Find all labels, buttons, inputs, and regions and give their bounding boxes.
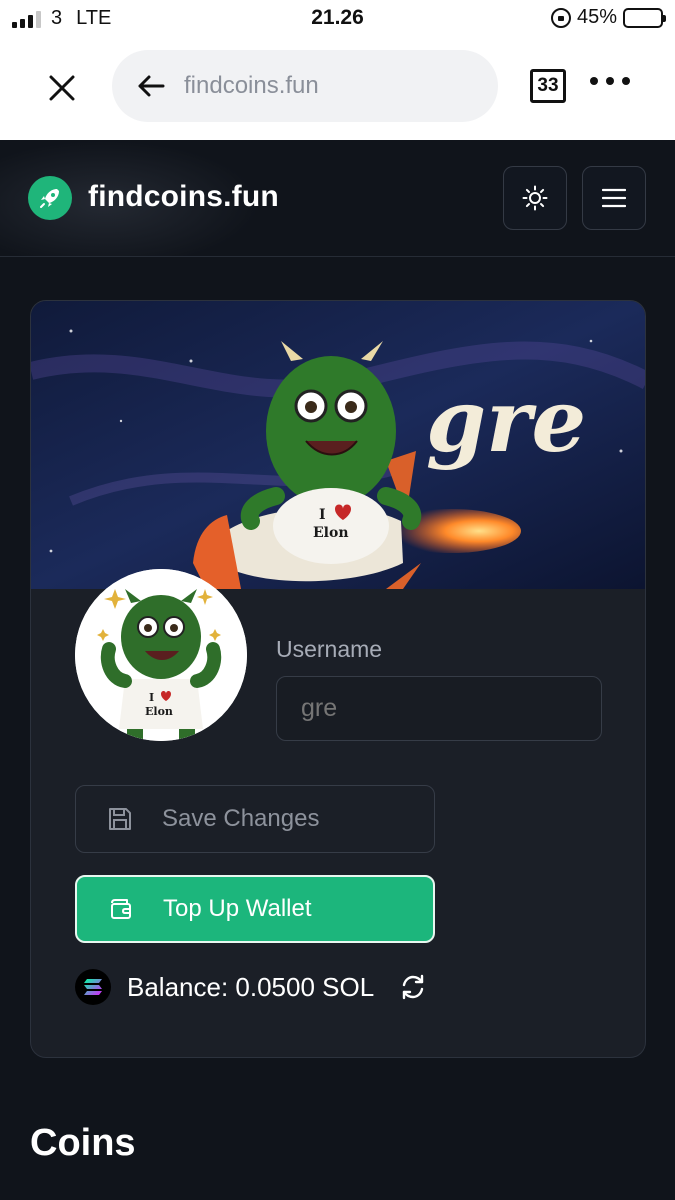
svg-text:I: I	[319, 507, 326, 523]
close-icon	[49, 75, 75, 101]
username-label: Username	[276, 636, 383, 662]
banner-title: gre	[426, 371, 586, 472]
rocket-logo-icon[interactable]	[28, 176, 72, 220]
avatar-image: I Elon	[75, 569, 247, 741]
menu-button[interactable]	[582, 166, 646, 230]
balance-text: Balance: 0.0500 SOL	[127, 971, 375, 1002]
site-header: findcoins.fun	[0, 140, 675, 257]
refresh-icon[interactable]	[398, 972, 428, 1002]
rotation-lock-icon	[550, 7, 571, 28]
save-changes-label: Save Changes	[162, 805, 320, 832]
svg-text:I: I	[149, 691, 154, 704]
close-tab-button[interactable]	[42, 68, 82, 108]
hamburger-icon	[602, 188, 626, 208]
wallet-icon	[107, 895, 135, 923]
address-bar[interactable]: findcoins.fun	[112, 50, 498, 122]
save-icon	[106, 805, 134, 833]
solana-icon	[75, 969, 111, 1005]
arrow-left-icon	[138, 75, 165, 97]
back-button[interactable]	[136, 71, 166, 101]
more-options-button[interactable]	[590, 77, 630, 85]
balance-row: Balance: 0.0500 SOL	[75, 969, 428, 1005]
profile-banner: I Elon gre	[31, 301, 645, 589]
theme-toggle-button[interactable]	[503, 166, 567, 230]
top-up-wallet-label: Top Up Wallet	[163, 895, 312, 922]
url-text[interactable]: findcoins.fun	[184, 72, 319, 100]
banner-image: I Elon gre	[31, 301, 645, 589]
avatar[interactable]: I Elon	[75, 569, 247, 741]
coins-section-title: Coins	[30, 1122, 136, 1164]
svg-text:Elon: Elon	[145, 705, 173, 718]
site-name[interactable]: findcoins.fun	[88, 180, 279, 214]
battery-icon	[623, 7, 666, 28]
svg-text:Elon: Elon	[313, 525, 349, 541]
profile-card: I Elon gre I Elon Username gre Save Chan…	[30, 300, 646, 1058]
save-changes-button[interactable]: Save Changes	[75, 785, 435, 853]
sun-icon	[522, 185, 548, 211]
browser-toolbar: findcoins.fun 33	[0, 40, 675, 140]
username-input[interactable]	[276, 676, 602, 741]
top-up-wallet-button[interactable]: Top Up Wallet	[75, 875, 435, 943]
battery-percent: 45%	[576, 6, 617, 28]
status-bar: 3 LTE 21.26 45%	[0, 0, 675, 40]
status-right: 45%	[550, 6, 666, 29]
tabs-button[interactable]: 33	[530, 69, 566, 103]
